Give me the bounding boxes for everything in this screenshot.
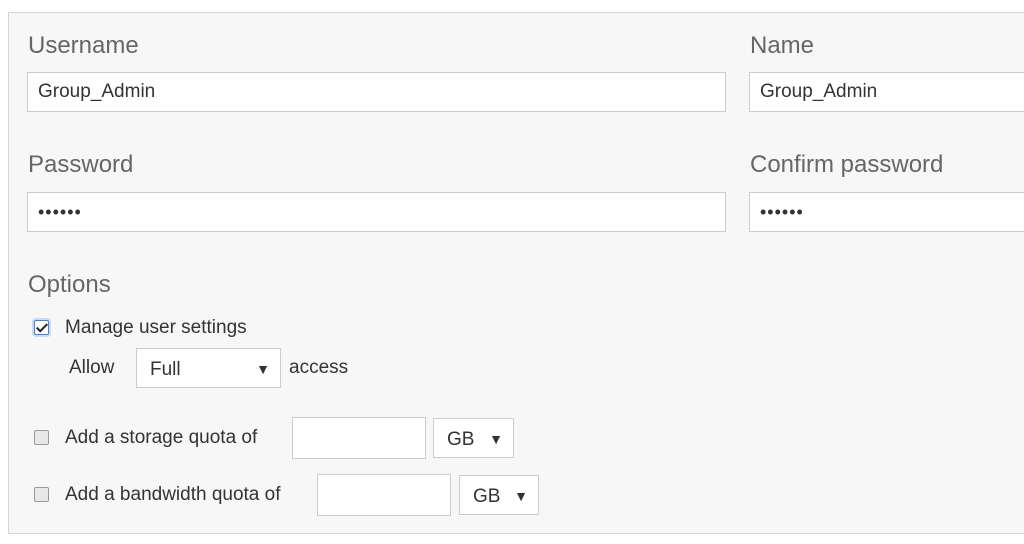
name-input[interactable]: Group_Admin — [749, 72, 1024, 112]
storage-quota-label: Add a storage quota of — [65, 427, 258, 448]
name-label: Name — [750, 32, 815, 59]
chevron-down-icon: ▼ — [489, 431, 503, 447]
storage-quota-unit-select[interactable]: GB ▼ — [433, 418, 514, 458]
chevron-down-icon: ▼ — [256, 361, 270, 377]
bandwidth-quota-label: Add a bandwidth quota of — [65, 484, 281, 505]
confirm-password-label: Confirm password — [750, 151, 944, 178]
username-input[interactable]: Group_Admin — [27, 72, 726, 112]
access-level-select[interactable]: Full ▼ — [136, 348, 281, 388]
access-level-value: Full — [150, 359, 181, 380]
bandwidth-quota-checkbox[interactable] — [34, 487, 49, 502]
confirm-password-input[interactable]: •••••• — [749, 192, 1024, 232]
storage-quota-unit-value: GB — [447, 429, 475, 450]
storage-quota-input[interactable] — [292, 417, 426, 459]
chevron-down-icon: ▼ — [514, 488, 528, 504]
password-input[interactable]: •••••• — [27, 192, 726, 232]
username-label: Username — [28, 32, 139, 59]
access-suffix-label: access — [289, 357, 349, 378]
bandwidth-quota-unit-value: GB — [473, 486, 501, 507]
bandwidth-quota-unit-select[interactable]: GB ▼ — [459, 475, 539, 515]
storage-quota-checkbox[interactable] — [34, 430, 49, 445]
manage-user-settings-checkbox[interactable] — [34, 320, 49, 335]
options-heading: Options — [28, 271, 111, 298]
allow-label: Allow — [69, 357, 115, 378]
password-label: Password — [28, 151, 134, 178]
bandwidth-quota-input[interactable] — [317, 474, 451, 516]
manage-user-settings-label: Manage user settings — [65, 317, 247, 338]
